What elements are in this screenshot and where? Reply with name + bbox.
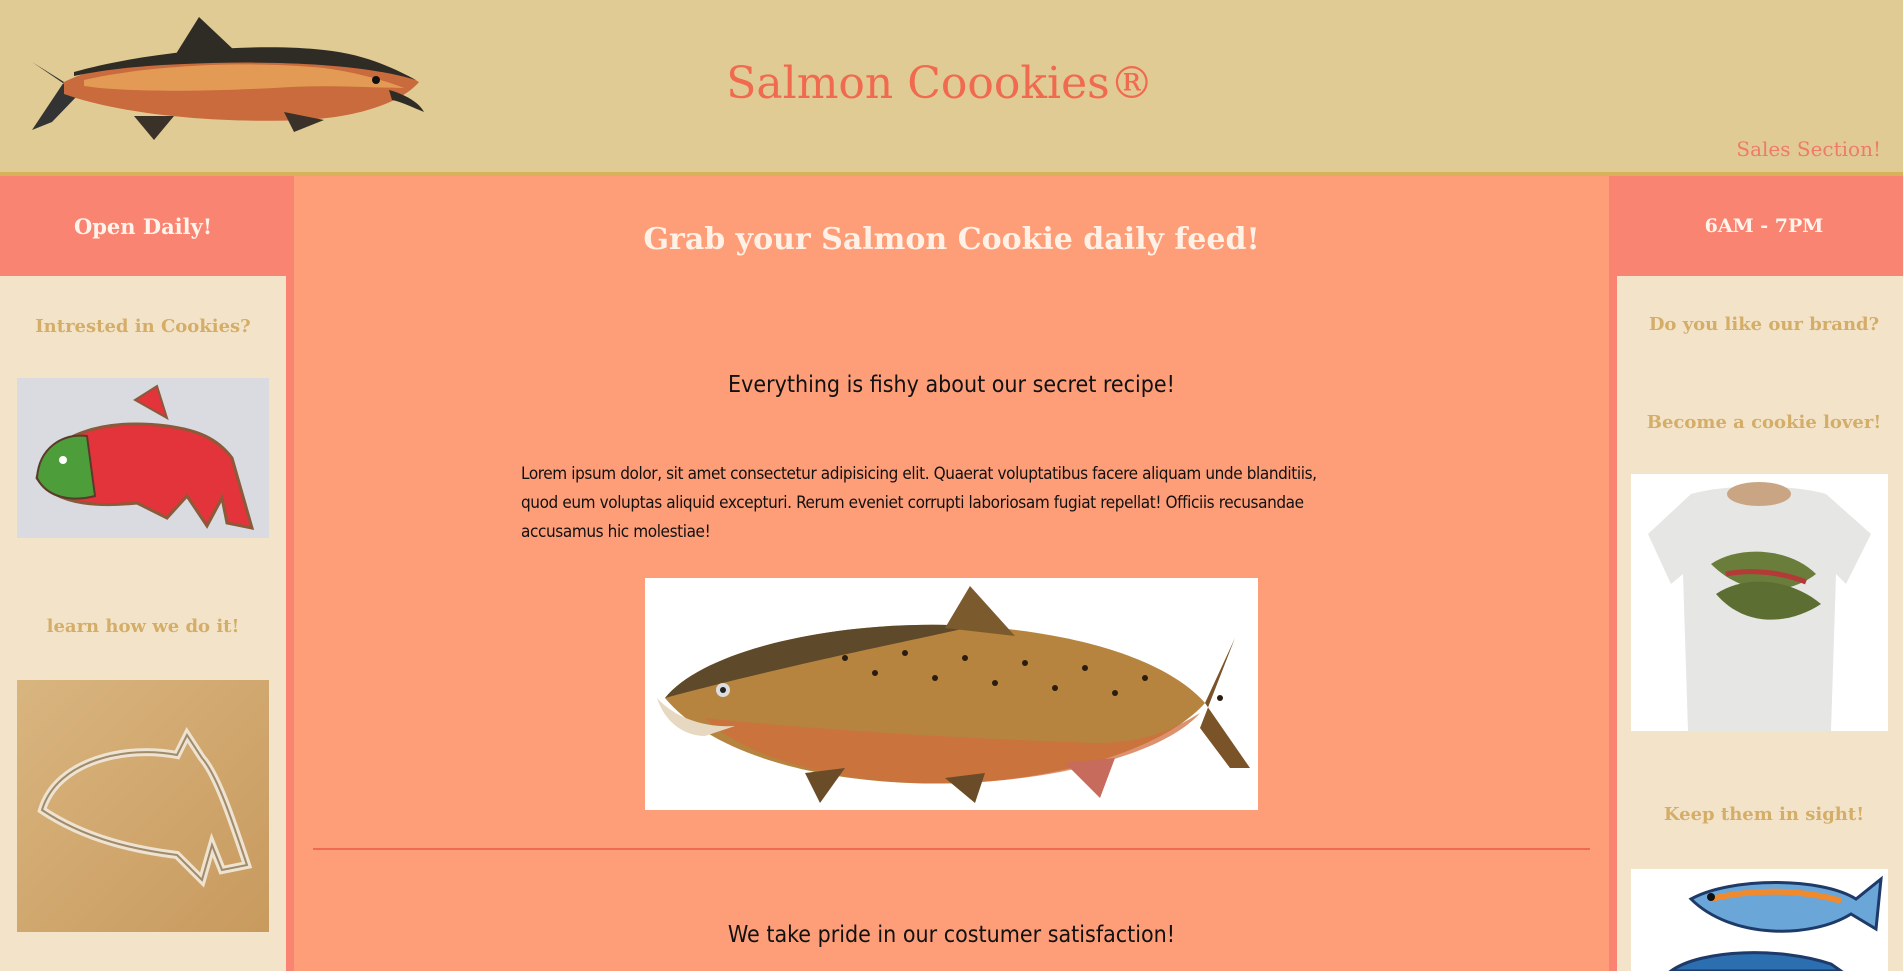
right-sidebar: 6AM - 7PM Do you like our brand? Become …	[1609, 176, 1903, 971]
brand-question: Do you like our brand?	[1648, 314, 1880, 335]
salmon-cookie-image	[17, 378, 269, 538]
secret-recipe-tagline: Everything is fishy about our secret rec…	[728, 372, 1175, 398]
main-heading: Grab your Salmon Cookie daily feed!	[643, 222, 1260, 257]
salmon-tshirt-image	[1631, 474, 1888, 731]
satisfaction-text: We take pride in our costumer satisfacti…	[727, 922, 1176, 948]
hours-label: 6AM - 7PM	[1704, 215, 1824, 237]
left-sidebar-band: Open Daily!	[0, 176, 286, 276]
main-content: Grab your Salmon Cookie daily feed! Ever…	[294, 176, 1609, 971]
sales-section-link[interactable]: Sales Section!	[1736, 137, 1881, 161]
salmon-photo	[645, 578, 1258, 810]
site-title: Salmon Coookies®	[726, 58, 1154, 109]
right-sidebar-band: 6AM - 7PM	[1617, 176, 1903, 276]
salmon-magnets-image	[1631, 869, 1888, 971]
learn-how-link[interactable]: learn how we do it!	[0, 616, 286, 637]
cookies-question: Intrested in Cookies?	[35, 316, 251, 337]
header: Salmon Coookies® Sales Section!	[0, 0, 1903, 176]
cookie-lover-link[interactable]: Become a cookie lover!	[1617, 412, 1903, 433]
section-divider	[313, 848, 1590, 850]
cookie-cutter-image	[17, 680, 269, 932]
intro-paragraph: Lorem ipsum dolor, sit amet consectetur …	[521, 464, 1317, 542]
open-daily-label: Open Daily!	[73, 213, 213, 239]
keep-in-sight-text: Keep them in sight!	[1663, 804, 1865, 825]
left-sidebar: Open Daily! Intrested in Cookies? learn …	[0, 176, 294, 971]
